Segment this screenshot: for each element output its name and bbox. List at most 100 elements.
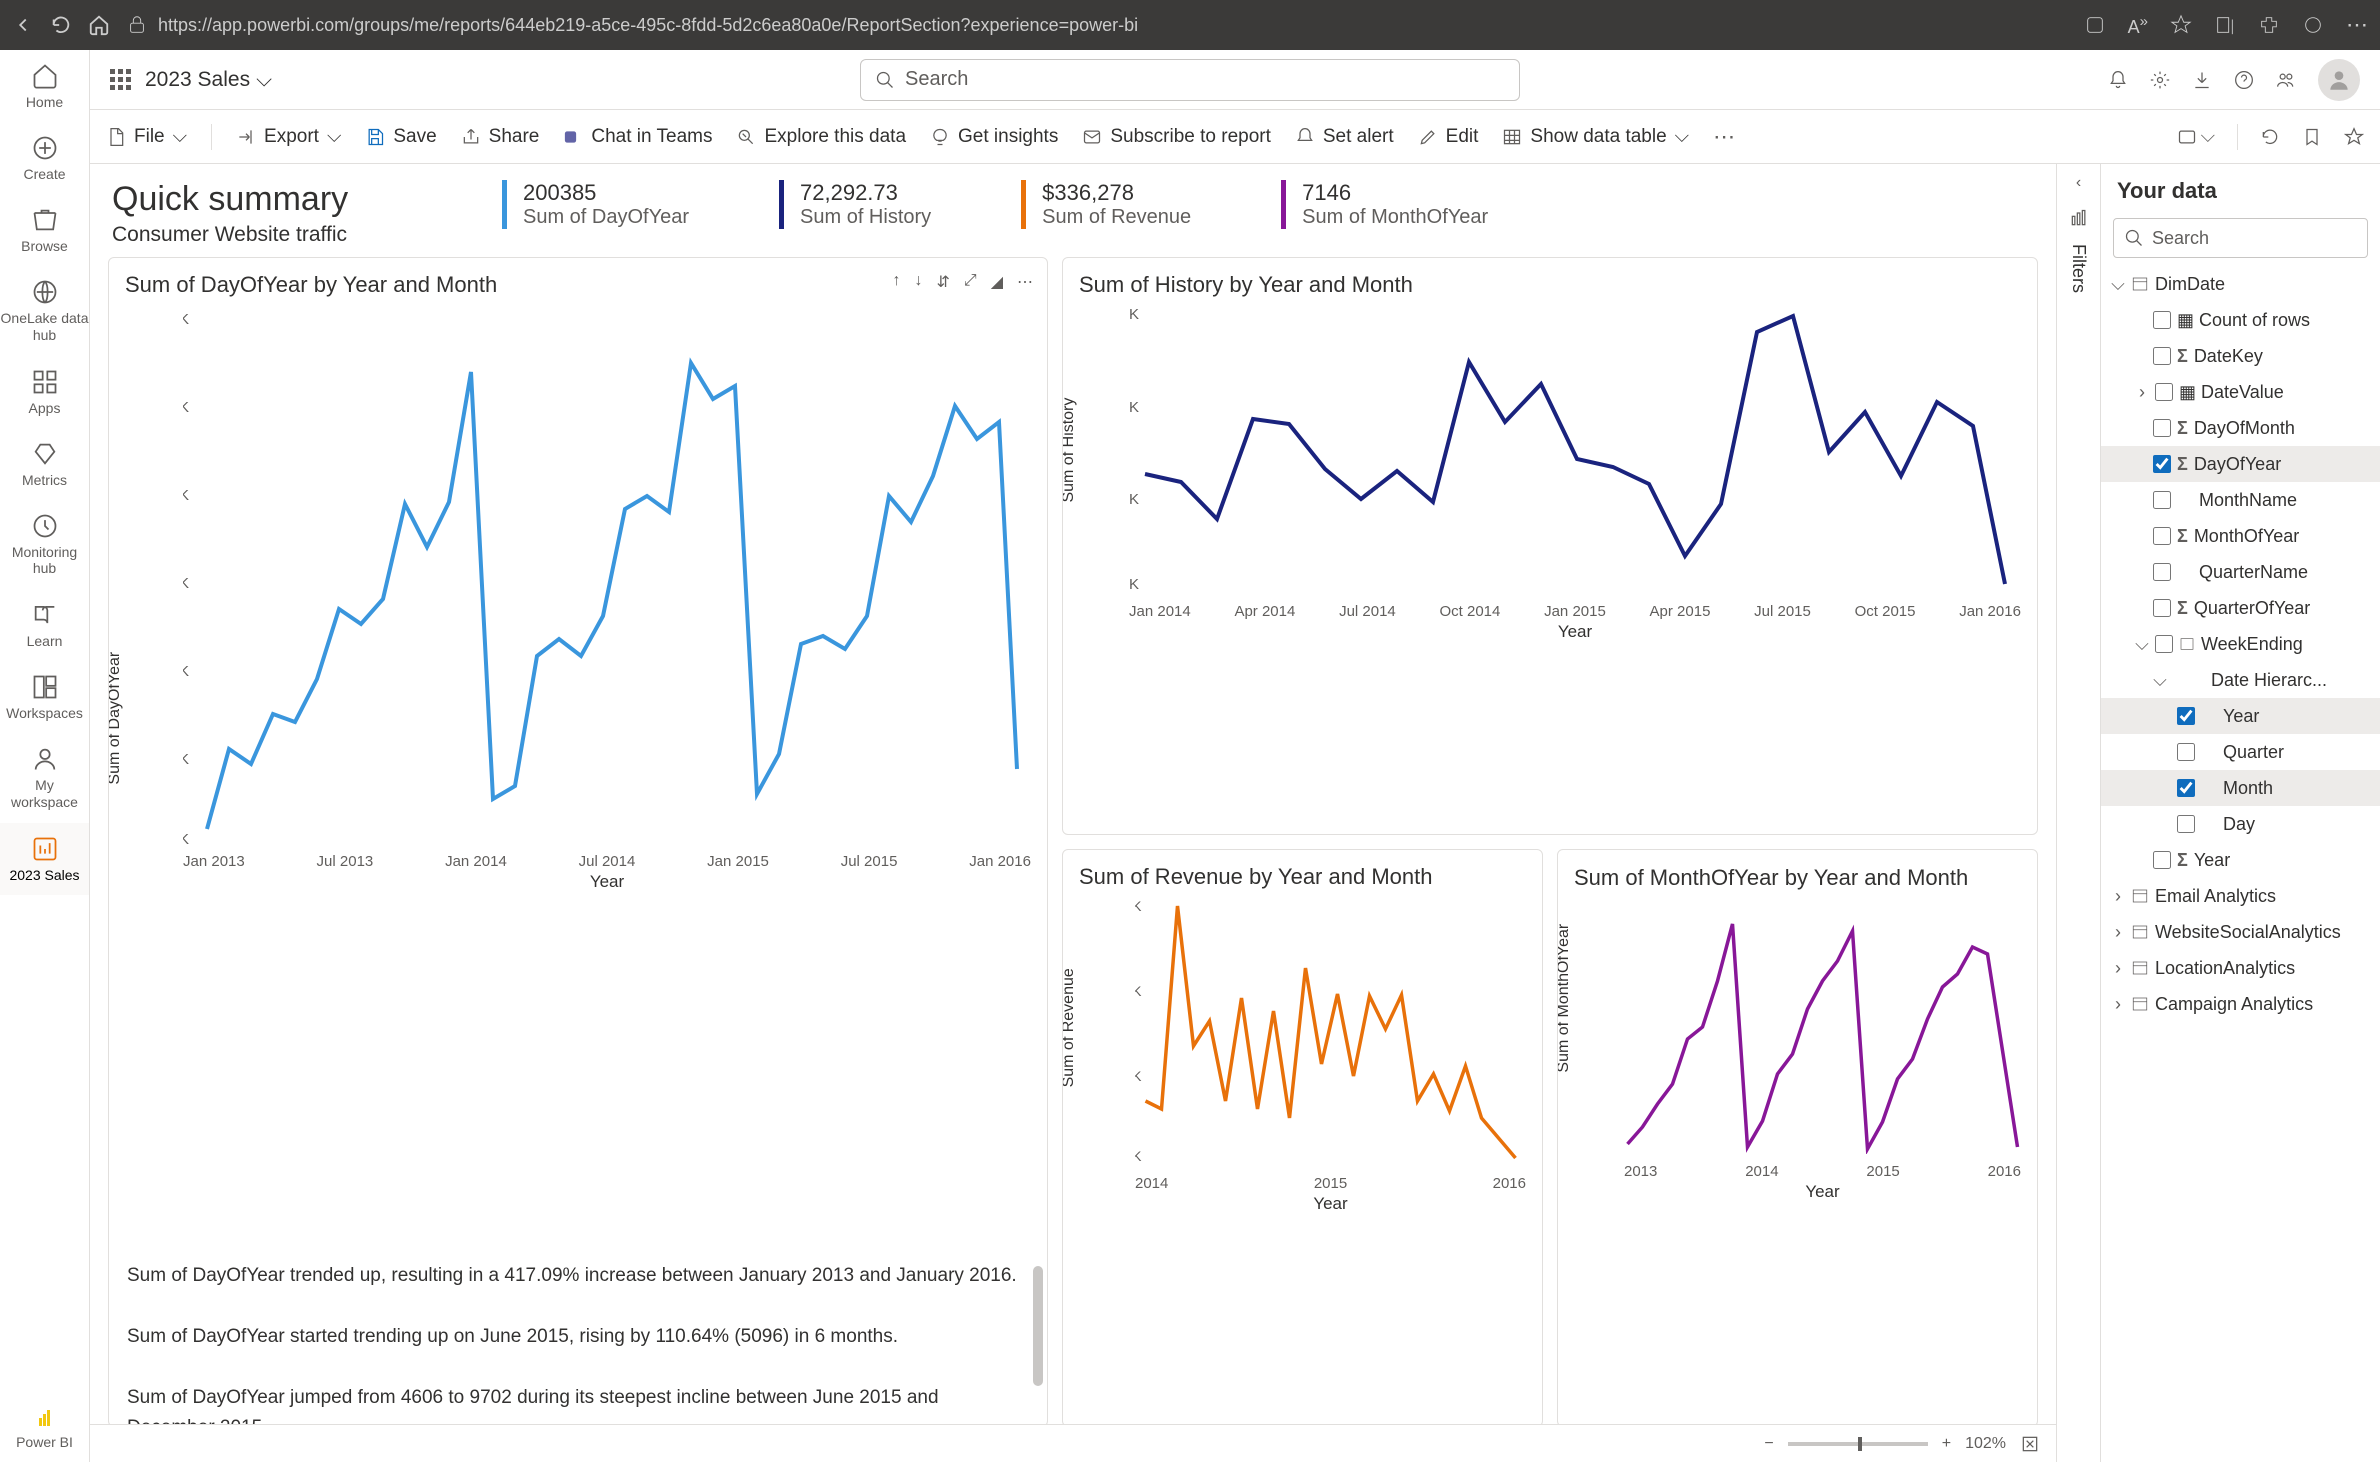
svg-text:12K: 12K — [183, 311, 189, 328]
chart-monthofyear[interactable]: Sum of MonthOfYear by Year and Month Sum… — [1557, 849, 2038, 1427]
zoom-level: 102% — [1965, 1435, 2006, 1453]
ribbon-overflow[interactable]: ⋯ — [1713, 124, 1735, 150]
fit-page-icon[interactable] — [2020, 1434, 2040, 1454]
field-quarterofyear[interactable]: ΣQuarterOfYear — [2101, 590, 2380, 626]
zoom-in[interactable]: + — [1942, 1435, 1951, 1453]
insights-button[interactable]: Get insights — [930, 126, 1058, 148]
svg-text:T: T — [568, 131, 573, 141]
datatable-button[interactable]: Show data table⌵ — [1502, 126, 1689, 148]
chat-teams-button[interactable]: TChat in Teams — [563, 126, 712, 148]
spotlight-icon[interactable]: ◢ — [991, 272, 1003, 292]
kpi-revenue[interactable]: $336,278Sum of Revenue — [1021, 180, 1191, 229]
field-year[interactable]: Year — [2101, 698, 2380, 734]
field-weekending[interactable]: ⌵WeekEnding — [2101, 626, 2380, 662]
chart-dayofyear[interactable]: Sum of DayOfYear by Year and Month ↑ ↓ ⇵… — [108, 257, 1048, 1427]
field-quartername[interactable]: QuarterName — [2101, 554, 2380, 590]
explore-icon — [736, 127, 756, 147]
expand-icon[interactable]: ⤢ — [964, 272, 977, 292]
nav-2023sales[interactable]: 2023 Sales — [0, 823, 89, 895]
field-count[interactable]: ▦Count of rows — [2101, 302, 2380, 338]
app-launcher-icon[interactable] — [110, 69, 131, 90]
download-icon[interactable] — [2192, 70, 2212, 90]
refresh-icon[interactable] — [50, 14, 72, 36]
help-icon[interactable] — [2234, 70, 2254, 90]
field-day[interactable]: Day — [2101, 806, 2380, 842]
gear-icon[interactable] — [2150, 70, 2170, 90]
nav-home[interactable]: Home — [0, 50, 89, 122]
refresh-visual-icon[interactable] — [2260, 127, 2280, 147]
search-icon — [875, 70, 895, 90]
field-dayofmonth[interactable]: ΣDayOfMonth — [2101, 410, 2380, 446]
narrative-scrollbar[interactable] — [1033, 1266, 1043, 1386]
svg-text:$30K: $30K — [1135, 898, 1142, 914]
filters-pane-collapsed[interactable]: ‹ Filters — [2056, 164, 2100, 1462]
copilot-icon[interactable] — [2302, 14, 2324, 36]
kpi-monthofyear[interactable]: 7146Sum of MonthOfYear — [1281, 180, 1488, 229]
share-button[interactable]: Share — [461, 126, 540, 148]
url-text[interactable]: https://app.powerbi.com/groups/me/report… — [158, 15, 1138, 36]
subscribe-button[interactable]: Subscribe to report — [1082, 126, 1271, 148]
field-datehier[interactable]: ⌵Date Hierarc... — [2101, 662, 2380, 698]
table-website[interactable]: ›WebsiteSocialAnalytics — [2101, 914, 2380, 950]
nav-monitoring[interactable]: Monitoring hub — [0, 500, 89, 590]
bell-icon[interactable] — [2108, 70, 2128, 90]
nav-metrics[interactable]: Metrics — [0, 428, 89, 500]
sort-desc-icon[interactable]: ↓ — [914, 272, 922, 292]
app-icon[interactable] — [2084, 14, 2106, 36]
field-monthname[interactable]: MonthName — [2101, 482, 2380, 518]
chart-revenue[interactable]: Sum of Revenue by Year and Month Sum of … — [1062, 849, 1543, 1427]
svg-text:10K: 10K — [183, 399, 189, 416]
svg-text:$0K: $0K — [1135, 1148, 1142, 1164]
export-menu[interactable]: Export⌵ — [236, 126, 341, 148]
back-icon[interactable] — [12, 14, 34, 36]
zoom-out[interactable]: − — [1764, 1435, 1773, 1453]
chart-panel-icon[interactable] — [2069, 208, 2089, 228]
text-size[interactable]: A» — [2128, 13, 2148, 38]
field-monthofyear[interactable]: ΣMonthOfYear — [2101, 518, 2380, 554]
svg-text:0K: 0K — [1129, 576, 1139, 593]
table-dimdate[interactable]: ⌵DimDate — [2101, 266, 2380, 302]
save-button[interactable]: Save — [365, 126, 436, 148]
nav-create[interactable]: Create — [0, 122, 89, 194]
bookmark-icon[interactable] — [2302, 127, 2322, 147]
field-year2[interactable]: ΣYear — [2101, 842, 2380, 878]
collections-icon[interactable] — [2214, 14, 2236, 36]
more-icon[interactable]: ⋯ — [1017, 272, 1033, 292]
field-dayofyear[interactable]: ΣDayOfYear — [2101, 446, 2380, 482]
home-icon[interactable] — [88, 14, 110, 36]
field-datekey[interactable]: ΣDateKey — [2101, 338, 2380, 374]
search-icon — [2124, 228, 2144, 248]
table-email[interactable]: ›Email Analytics — [2101, 878, 2380, 914]
drill-icon[interactable]: ⇵ — [936, 272, 949, 292]
sort-asc-icon[interactable]: ↑ — [892, 272, 900, 292]
data-search[interactable]: Search — [2113, 218, 2368, 258]
more-icon[interactable]: ⋯ — [2346, 12, 2368, 38]
nav-onelake[interactable]: OneLake data hub — [0, 266, 89, 356]
nav-workspaces[interactable]: Workspaces — [0, 661, 89, 733]
nav-myworkspace[interactable]: My workspace — [0, 733, 89, 823]
explore-button[interactable]: Explore this data — [736, 126, 906, 148]
alert-button[interactable]: Set alert — [1295, 126, 1394, 148]
global-search[interactable]: Search — [860, 59, 1520, 101]
nav-browse[interactable]: Browse — [0, 194, 89, 266]
edit-button[interactable]: Edit — [1418, 126, 1479, 148]
workspace-name[interactable]: 2023 Sales ⌵ — [145, 68, 272, 92]
view-mode[interactable]: ⌵ — [2177, 126, 2215, 148]
field-quarter[interactable]: Quarter — [2101, 734, 2380, 770]
field-datevalue[interactable]: ›▦DateValue — [2101, 374, 2380, 410]
collapse-icon[interactable]: ‹ — [2076, 174, 2081, 192]
extensions-icon[interactable] — [2258, 14, 2280, 36]
chart-history[interactable]: Sum of History by Year and Month Sum of … — [1062, 257, 2038, 835]
kpi-history[interactable]: 72,292.73Sum of History — [779, 180, 931, 229]
field-month[interactable]: Month — [2101, 770, 2380, 806]
nav-apps[interactable]: Apps — [0, 356, 89, 428]
file-menu[interactable]: File⌵ — [106, 126, 187, 148]
favorite-icon[interactable] — [2344, 127, 2364, 147]
avatar[interactable] — [2318, 59, 2360, 101]
kpi-dayofyear[interactable]: 200385Sum of DayOfYear — [502, 180, 689, 229]
people-icon[interactable] — [2276, 70, 2296, 90]
star-icon[interactable] — [2170, 14, 2192, 36]
nav-learn[interactable]: Learn — [0, 589, 89, 661]
table-campaign[interactable]: ›Campaign Analytics — [2101, 986, 2380, 1022]
table-location[interactable]: ›LocationAnalytics — [2101, 950, 2380, 986]
